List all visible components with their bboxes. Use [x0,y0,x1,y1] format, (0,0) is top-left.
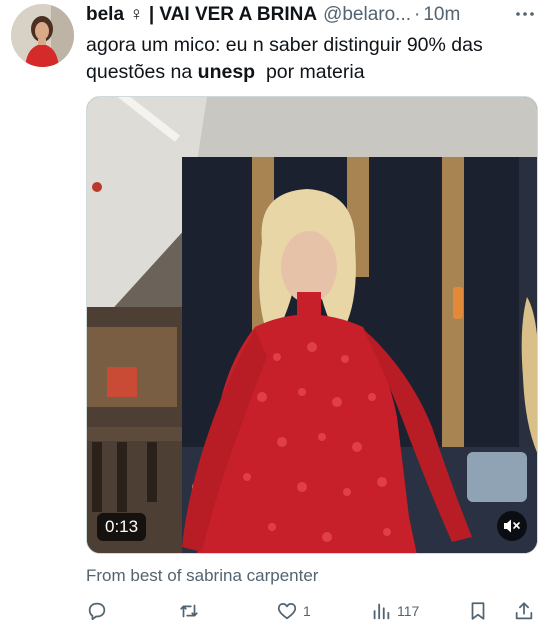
tweet-header: bela ♀ | VAI VER A BRINA @belaro... · 10… [86,2,536,28]
views-button[interactable]: 117 [370,596,419,626]
speaker-muted-icon [504,519,520,533]
video-player[interactable]: 0:13 [86,96,538,554]
views-icon [373,603,390,620]
like-count: 1 [303,603,311,619]
tweet-text-part2: por materia [255,61,365,83]
share-button[interactable] [513,596,535,626]
mute-button[interactable] [497,511,527,541]
video-source[interactable]: From best of sabrina carpenter [86,566,318,586]
avatar[interactable] [11,4,74,67]
action-bar: 1 117 [86,596,538,626]
share-icon [515,602,533,620]
retweet-button[interactable] [178,596,200,626]
user-handle[interactable]: @belaro... [323,4,411,26]
reply-icon [88,602,106,621]
avatar-image [11,4,74,67]
video-frame [87,97,537,553]
retweet-icon [180,604,198,618]
views-count: 117 [397,603,420,619]
bookmark-button[interactable] [467,596,489,626]
more-options-icon[interactable] [514,5,536,23]
timestamp[interactable]: 10m [423,4,460,26]
display-name[interactable]: bela ♀ | VAI VER A BRINA [86,4,317,26]
reply-button[interactable] [86,596,108,626]
tweet-text: agora um mico: eu n saber distinguir 90%… [86,32,536,86]
tweet-text-bold: unesp [197,61,256,83]
separator: · [414,4,421,25]
like-button[interactable]: 1 [276,596,311,626]
heart-icon [277,602,297,620]
video-duration-badge: 0:13 [97,513,147,541]
bookmark-icon [471,602,485,620]
